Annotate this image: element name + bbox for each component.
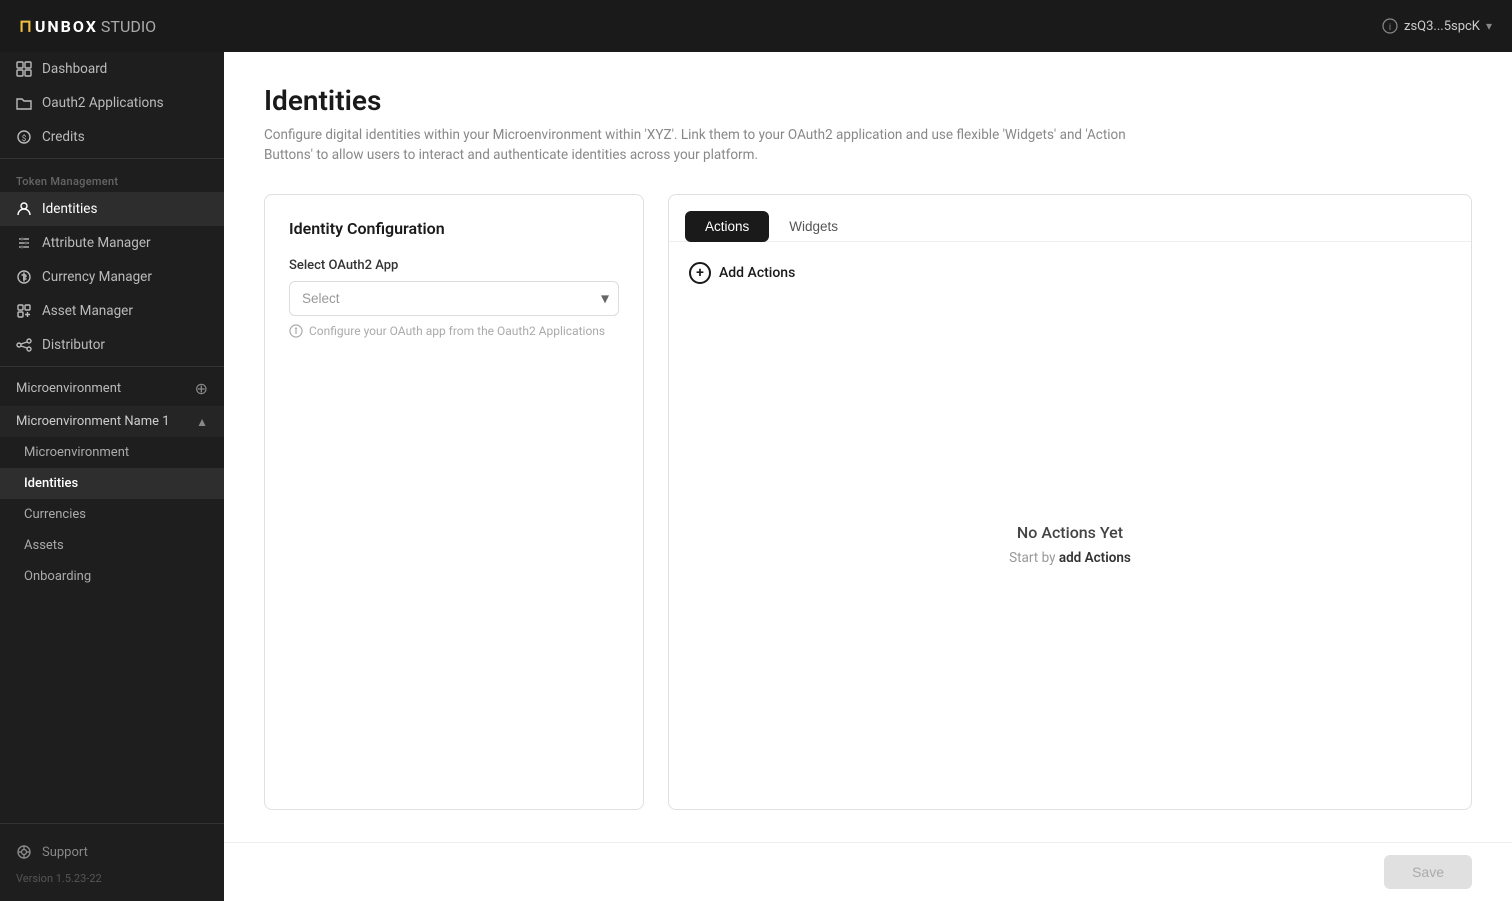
currency-icon [16, 269, 32, 285]
add-actions-button[interactable]: + Add Actions [689, 262, 1451, 284]
sidebar-sub-microenvironment[interactable]: Microenvironment [0, 437, 224, 468]
distributor-label: Distributor [42, 337, 105, 353]
sidebar-nav-credits[interactable]: $ Credits [0, 120, 224, 154]
dashboard-label: Dashboard [42, 61, 107, 77]
folder-icon [16, 95, 32, 111]
content-area: Identities Configure digital identities … [224, 52, 1512, 842]
bottom-bar: Save [224, 842, 1512, 901]
tab-actions[interactable]: Actions [685, 211, 769, 242]
identities-label: Identities [42, 201, 97, 217]
support-label: Support [42, 845, 88, 860]
add-actions-label: Add Actions [719, 265, 795, 281]
svg-text:$: $ [22, 134, 27, 143]
credits-label: Credits [42, 129, 85, 145]
sidebar-item-identities[interactable]: Identities [0, 192, 224, 226]
top-header: ⊓ UNBOX STUDIO i zsQ3...5spcK ▾ [0, 0, 1512, 52]
empty-subtitle: Start by add Actions [1009, 550, 1131, 566]
tab-widgets[interactable]: Widgets [769, 211, 858, 242]
svg-text:i: i [1389, 23, 1391, 33]
person-icon [16, 201, 32, 217]
sidebar-divider-2 [0, 366, 224, 367]
select-wrapper: Select ▾ [289, 281, 619, 316]
currency-manager-label: Currency Manager [42, 269, 152, 285]
actions-content: + Add Actions No Actions Yet Start by ad… [669, 242, 1471, 810]
oauth2-app-select[interactable]: Select [289, 281, 619, 316]
logo-name: UNBOX [35, 17, 98, 36]
attribute-manager-label: Attribute Manager [42, 235, 151, 251]
user-chevron-icon: ▾ [1486, 19, 1492, 33]
page-title: Identities [264, 84, 1472, 117]
microenvironment-header[interactable]: Microenvironment ⊕ [0, 371, 224, 406]
hint-info-icon [289, 324, 303, 338]
sidebar-nav-dashboard[interactable]: Dashboard [0, 52, 224, 86]
coin-icon: $ [16, 129, 32, 145]
actions-tabs: Actions Widgets [669, 195, 1471, 242]
config-hint: Configure your OAuth app from the Oauth2… [289, 324, 619, 338]
sidebar-nav-oauth2[interactable]: Oauth2 Applications [0, 86, 224, 120]
microenvironment-name: Microenvironment Name 1 [16, 414, 170, 429]
microenvironment-add-icon[interactable]: ⊕ [195, 379, 208, 398]
microenvironment-header-label: Microenvironment [16, 381, 121, 396]
sidebar-item-attribute-manager[interactable]: Attribute Manager [0, 226, 224, 260]
user-display-name: zsQ3...5spcK [1404, 19, 1480, 34]
sidebar-footer: Support Version 1.5.23-22 [0, 823, 224, 901]
sidebar-item-asset-manager[interactable]: Asset Manager [0, 294, 224, 328]
identity-config-card: Identity Configuration Select OAuth2 App… [264, 194, 644, 811]
page-description: Configure digital identities within your… [264, 125, 1164, 166]
asset-manager-label: Asset Manager [42, 303, 133, 319]
sidebar-item-currency-manager[interactable]: Currency Manager [0, 260, 224, 294]
sidebar-sub-assets[interactable]: Assets [0, 530, 224, 561]
logo: ⊓ UNBOX STUDIO [20, 16, 156, 37]
identity-layout: Identity Configuration Select OAuth2 App… [264, 194, 1472, 811]
microenvironment-collapse-icon: ▲ [196, 415, 208, 429]
sidebar-sub-currencies[interactable]: Currencies [0, 499, 224, 530]
sidebar-divider-1 [0, 158, 224, 159]
sidebar-sub-identities[interactable]: Identities [0, 468, 224, 499]
support-item[interactable]: Support [0, 836, 224, 868]
sliders-icon [16, 235, 32, 251]
empty-title: No Actions Yet [1017, 523, 1123, 542]
info-icon: i [1382, 18, 1398, 34]
logo-u: ⊓ [20, 16, 31, 37]
oauth2-label: Oauth2 Applications [42, 95, 164, 111]
microenvironment-name-row[interactable]: Microenvironment Name 1 ▲ [0, 406, 224, 437]
add-circle-icon: + [689, 262, 711, 284]
logo-studio: STUDIO [101, 17, 156, 36]
token-management-label: Token Management [0, 163, 224, 192]
dashboard-icon [16, 61, 32, 77]
empty-state: No Actions Yet Start by add Actions [689, 300, 1451, 790]
distributor-icon [16, 337, 32, 353]
sidebar-sub-onboarding[interactable]: Onboarding [0, 561, 224, 592]
main-layout: Dashboard Oauth2 Applications $ Credits … [0, 52, 1512, 901]
support-icon [16, 844, 32, 860]
hint-text: Configure your OAuth app from the Oauth2… [309, 324, 605, 338]
version-text: Version 1.5.23-22 [0, 868, 224, 889]
actions-panel: Actions Widgets + Add Actions No Actions… [668, 194, 1472, 811]
asset-icon [16, 303, 32, 319]
card-title: Identity Configuration [289, 219, 619, 238]
user-menu[interactable]: i zsQ3...5spcK ▾ [1382, 18, 1492, 34]
sidebar-item-distributor[interactable]: Distributor [0, 328, 224, 362]
content-wrapper: Identities Configure digital identities … [224, 52, 1512, 901]
save-button[interactable]: Save [1384, 855, 1472, 889]
select-oauth-label: Select OAuth2 App [289, 258, 619, 273]
sidebar: Dashboard Oauth2 Applications $ Credits … [0, 52, 224, 901]
